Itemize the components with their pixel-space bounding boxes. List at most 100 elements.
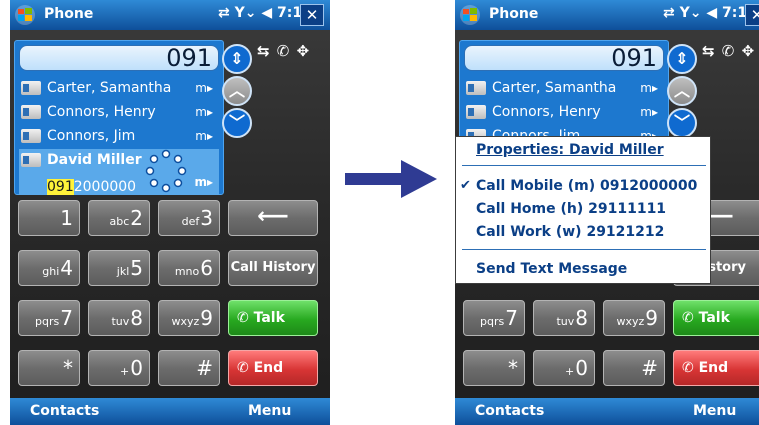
up-arrow-icon: ⇕ — [230, 49, 244, 68]
key-8[interactable]: tuv8 — [533, 300, 595, 336]
contact-item[interactable]: Connors, Henry m▸ — [464, 101, 664, 123]
contact-type-tag: m▸ — [195, 81, 213, 95]
app-title: Phone — [489, 6, 539, 22]
checkmark-icon: ✔ — [460, 178, 471, 193]
call-option-icons[interactable]: ⇆ ✆ ✥ — [702, 42, 755, 60]
app-title: Phone — [44, 6, 94, 22]
contact-type-tag: m▸ — [195, 129, 213, 143]
remaining-digits: 2000000 — [73, 179, 137, 195]
chevron-up-icon: ︿ — [228, 81, 245, 100]
contact-card-icon — [21, 153, 41, 167]
up-arrow-icon: ⇕ — [675, 49, 689, 68]
key-hash[interactable]: # — [603, 350, 665, 386]
backspace-arrow-icon: ⟵ — [257, 204, 289, 229]
key-star[interactable]: * — [18, 350, 80, 386]
phone-screen-before: Phone ⇄ Y⌄ ◀ 7:13 ✕ 091 Carter, Samantha… — [10, 0, 330, 425]
phone-handset-icon: ✆ — [682, 310, 699, 326]
windows-start-icon[interactable] — [14, 4, 36, 26]
key-3[interactable]: def3 — [158, 200, 220, 236]
key-0[interactable]: +0 — [533, 350, 595, 386]
contact-card-icon — [466, 105, 486, 119]
contact-card-icon — [21, 81, 41, 95]
menu-separator — [462, 165, 706, 166]
phone-handset-icon: ✆ — [237, 360, 254, 376]
contact-item[interactable]: Carter, Samantha m▸ — [19, 77, 219, 99]
call-option-icons[interactable]: ⇆ ✆ ✥ — [257, 42, 310, 60]
contact-name: Carter, Samantha — [492, 80, 617, 96]
dialed-number-field[interactable]: 091 — [464, 45, 664, 71]
contact-context-menu: Properties: David Miller ✔ Call Mobile (… — [455, 136, 711, 284]
talk-button[interactable]: ✆ Talk — [228, 300, 318, 336]
close-button[interactable]: ✕ — [300, 4, 324, 26]
status-icons[interactable]: ⇄ Y⌄ ◀ 7:13 — [218, 5, 312, 21]
transition-arrow-icon — [345, 160, 437, 198]
key-8[interactable]: tuv8 — [88, 300, 150, 336]
scroll-up-button[interactable]: ⇕ — [667, 44, 697, 74]
key-7[interactable]: pqrs7 — [18, 300, 80, 336]
key-0[interactable]: +0 — [88, 350, 150, 386]
end-button[interactable]: ✆ End — [673, 350, 759, 386]
scroll-down-button[interactable]: ﹀ — [667, 108, 697, 138]
contact-name: Connors, Jim — [47, 128, 136, 144]
matched-digits: 091 — [47, 179, 74, 195]
loading-busy-icon — [145, 149, 187, 193]
call-history-button[interactable]: Call History — [228, 250, 318, 286]
menu-softkey[interactable]: Menu — [693, 403, 736, 419]
contact-type-tag: m▸ — [195, 105, 213, 119]
menu-item-properties[interactable]: Properties: David Miller — [476, 142, 664, 158]
close-button[interactable]: ✕ — [745, 4, 759, 26]
smart-dial-panel: 091 Carter, Samantha m▸ Connors, Henry m… — [14, 40, 224, 195]
key-hash[interactable]: # — [158, 350, 220, 386]
end-button[interactable]: ✆ End — [228, 350, 318, 386]
soft-key-bar: Contacts Menu — [10, 398, 330, 425]
menu-item-call-home[interactable]: Call Home (h) 29111111 — [476, 201, 666, 217]
dialed-number-field[interactable]: 091 — [19, 45, 219, 71]
scroll-up-button[interactable]: ⇕ — [222, 44, 252, 74]
phone-handset-icon: ✆ — [682, 360, 699, 376]
phone-handset-icon: ✆ — [237, 310, 254, 326]
contact-card-icon — [466, 81, 486, 95]
chevron-down-icon: ﹀ — [673, 113, 690, 132]
key-6[interactable]: mno6 — [158, 250, 220, 286]
contact-name: Connors, Henry — [492, 104, 601, 120]
menu-item-call-work[interactable]: Call Work (w) 29121212 — [476, 224, 664, 240]
backspace-button[interactable]: ⟵ — [228, 200, 318, 236]
contact-type-tag: m▸ — [640, 81, 658, 95]
contact-item[interactable]: Connors, Henry m▸ — [19, 101, 219, 123]
contact-name: David Miller — [47, 152, 142, 168]
contact-type-tag: m▸ — [194, 175, 213, 189]
contact-item[interactable]: Connors, Jim m▸ — [19, 125, 219, 147]
scroll-down-button[interactable]: ﹀ — [222, 108, 252, 138]
key-4[interactable]: ghi4 — [18, 250, 80, 286]
status-icons[interactable]: ⇄ Y⌄ ◀ 7:13 — [663, 5, 757, 21]
title-bar: Phone ⇄ Y⌄ ◀ 7:13 ✕ — [10, 0, 330, 30]
talk-button[interactable]: ✆ Talk — [673, 300, 759, 336]
key-5[interactable]: jkl5 — [88, 250, 150, 286]
key-9[interactable]: wxyz9 — [603, 300, 665, 336]
selected-contact-number: 0912000000 — [47, 179, 136, 195]
contact-item[interactable]: Carter, Samantha m▸ — [464, 77, 664, 99]
chevron-up-icon: ︿ — [673, 81, 690, 100]
contacts-softkey[interactable]: Contacts — [30, 403, 99, 419]
title-bar: Phone ⇄ Y⌄ ◀ 7:13 ✕ — [455, 0, 759, 30]
contact-type-tag: m▸ — [640, 105, 658, 119]
key-1[interactable]: 1 — [18, 200, 80, 236]
menu-softkey[interactable]: Menu — [248, 403, 291, 419]
menu-separator — [462, 249, 706, 250]
soft-key-bar: Contacts Menu — [455, 398, 759, 425]
scroll-middle-button[interactable]: ︿ — [667, 76, 697, 106]
contacts-softkey[interactable]: Contacts — [475, 403, 544, 419]
contact-card-icon — [21, 129, 41, 143]
key-7[interactable]: pqrs7 — [463, 300, 525, 336]
menu-item-send-text[interactable]: Send Text Message — [476, 261, 627, 277]
scroll-middle-button[interactable]: ︿ — [222, 76, 252, 106]
contact-name: Connors, Henry — [47, 104, 156, 120]
key-9[interactable]: wxyz9 — [158, 300, 220, 336]
contact-name: Carter, Samantha — [47, 80, 172, 96]
key-star[interactable]: * — [463, 350, 525, 386]
key-2[interactable]: abc2 — [88, 200, 150, 236]
menu-item-call-mobile[interactable]: Call Mobile (m) 0912000000 — [476, 178, 697, 194]
windows-start-icon[interactable] — [459, 4, 481, 26]
chevron-down-icon: ﹀ — [228, 113, 245, 132]
contact-card-icon — [21, 105, 41, 119]
